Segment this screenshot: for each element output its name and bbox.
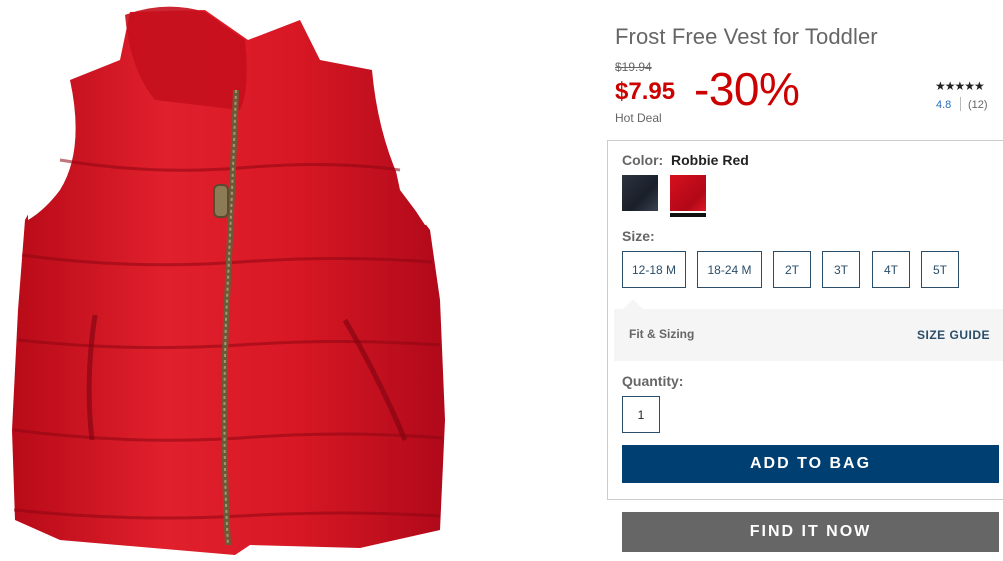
size-label: Size: bbox=[622, 228, 655, 244]
rating-divider bbox=[960, 97, 961, 111]
original-price: $19.94 bbox=[615, 60, 652, 74]
size-option-2t[interactable]: 2T bbox=[773, 251, 811, 288]
product-title: Frost Free Vest for Toddler bbox=[615, 24, 878, 49]
discount-badge: -30% bbox=[694, 63, 800, 115]
deal-label: Hot Deal bbox=[615, 111, 662, 125]
sale-price: $7.95 bbox=[615, 78, 676, 105]
color-label: Color: bbox=[622, 152, 664, 168]
size-guide-link[interactable]: SIZE GUIDE bbox=[917, 328, 990, 342]
quantity-input[interactable]: 1 bbox=[622, 396, 660, 433]
fit-sizing-label[interactable]: Fit & Sizing bbox=[629, 327, 694, 341]
add-to-bag-button[interactable]: ADD TO BAG bbox=[622, 445, 999, 483]
color-swatch-navy[interactable] bbox=[622, 175, 658, 211]
size-option-3t[interactable]: 3T bbox=[822, 251, 860, 288]
star-rating-icon[interactable]: ★★★★★ bbox=[935, 79, 985, 93]
size-option-5t[interactable]: 5T bbox=[921, 251, 959, 288]
rating-value[interactable]: 4.8 bbox=[936, 99, 951, 111]
size-option-4t[interactable]: 4T bbox=[872, 251, 910, 288]
product-image bbox=[12, 6, 455, 555]
find-it-now-button[interactable]: FIND IT NOW bbox=[622, 512, 999, 552]
size-option-12-18m[interactable]: 12-18 M bbox=[622, 251, 686, 288]
color-selected-value: Robbie Red bbox=[671, 152, 749, 168]
color-swatch-red[interactable] bbox=[670, 175, 706, 211]
selected-swatch-indicator bbox=[670, 213, 706, 217]
size-option-18-24m[interactable]: 18-24 M bbox=[697, 251, 762, 288]
quantity-label: Quantity: bbox=[622, 373, 684, 389]
review-count[interactable]: (12) bbox=[968, 99, 988, 111]
